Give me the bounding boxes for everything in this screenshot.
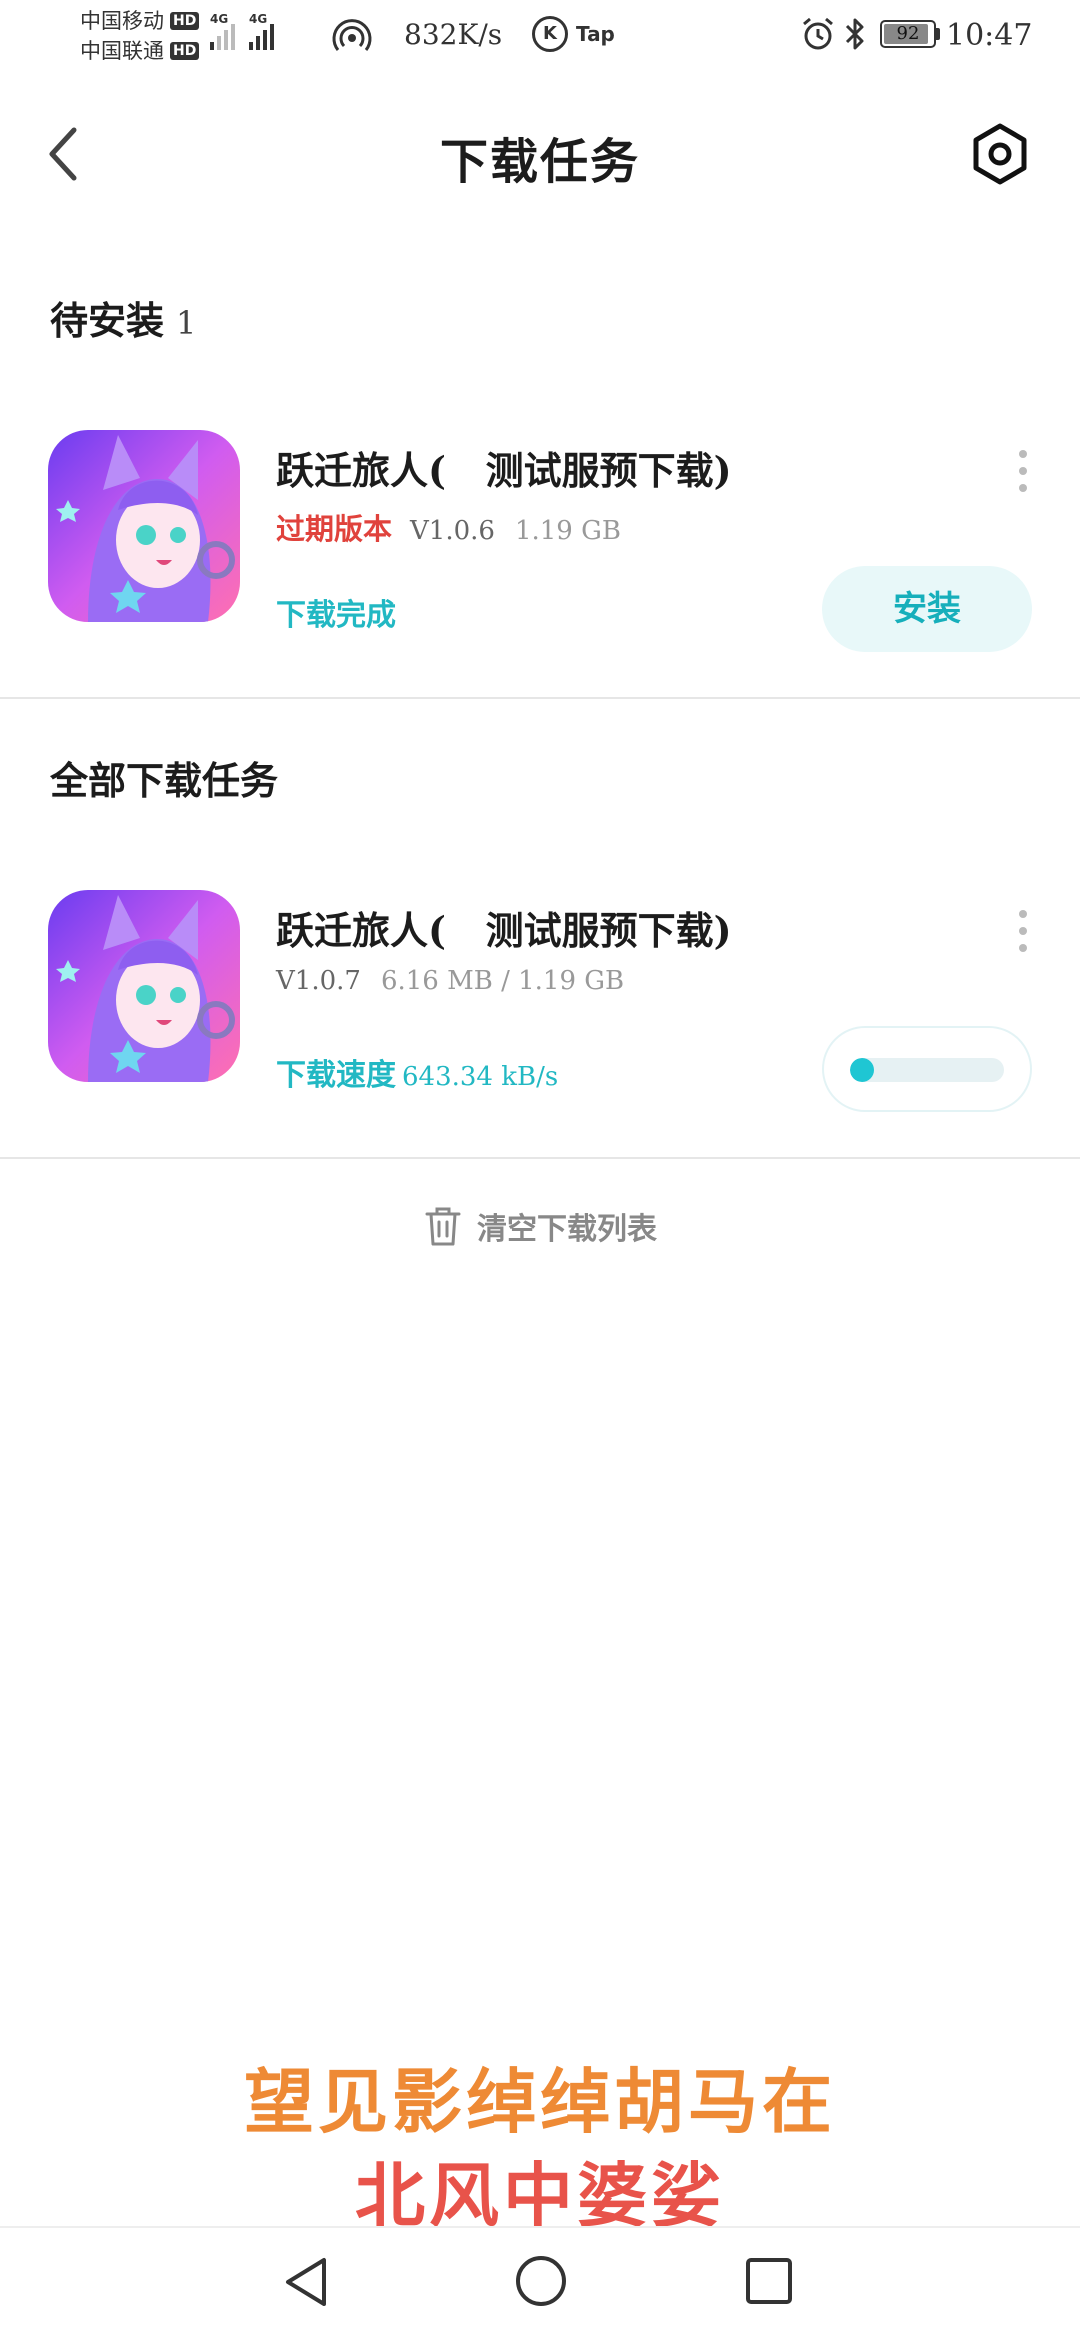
app-size: 1.19 GB bbox=[514, 516, 621, 546]
trash-icon bbox=[425, 1207, 461, 1246]
carrier-2-label: 中国联通 bbox=[80, 39, 164, 63]
app-icon[interactable] bbox=[48, 430, 240, 622]
download-speed-label: 下载速度 bbox=[276, 1058, 396, 1093]
pending-heading-label: 待安装 bbox=[50, 298, 165, 343]
network-speed: 832K/s bbox=[404, 18, 503, 51]
progress-track bbox=[850, 1058, 1004, 1082]
app-version: V1.0.7 bbox=[276, 966, 361, 996]
download-task-item[interactable]: 跃迁旅人( 测试服预下载) V1.0.7 6.16 MB / 1.19 GB 下载… bbox=[0, 890, 1080, 1112]
download-speed: 下载速度 643.34 kB/s bbox=[276, 1050, 558, 1094]
signal-strength-icon: 4G bbox=[249, 12, 274, 50]
alarm-icon bbox=[803, 17, 833, 50]
battery-cap bbox=[936, 28, 940, 40]
app-name: 跃迁旅人( 测试服预下载) bbox=[276, 908, 732, 953]
nav-back-icon[interactable] bbox=[282, 2254, 332, 2310]
app-meta: 过期版本 V1.0.6 1.19 GB bbox=[276, 506, 621, 548]
status-bar: 中国移动 HD 中国联通 HD 4G 4G 832K/s K Tap 92 10… bbox=[0, 0, 1080, 80]
clear-list-button[interactable]: 清空下载列表 bbox=[0, 1196, 1080, 1256]
pending-task-item[interactable]: 跃迁旅人( 测试服预下载) 过期版本 V1.0.6 1.19 GB 下载完成 安装 bbox=[0, 430, 1080, 652]
settings-icon[interactable] bbox=[968, 122, 1032, 186]
section-divider bbox=[0, 697, 1080, 699]
app-name: 跃迁旅人( 测试服预下载) bbox=[276, 448, 732, 493]
hd-badge: HD bbox=[170, 42, 200, 60]
network-type-label: 4G bbox=[210, 12, 229, 26]
tap-app-label: Tap bbox=[576, 22, 615, 46]
carrier-info: 中国移动 HD 中国联通 HD bbox=[80, 6, 200, 66]
download-status: 下载完成 bbox=[276, 598, 396, 633]
app-icon[interactable] bbox=[48, 890, 240, 1082]
header: 下载任务 bbox=[0, 100, 1080, 210]
nav-home-icon[interactable] bbox=[514, 2254, 568, 2308]
install-button[interactable]: 安装 bbox=[822, 566, 1032, 652]
app-meta: V1.0.7 6.16 MB / 1.19 GB bbox=[276, 966, 624, 996]
hd-badge: HD bbox=[170, 12, 200, 30]
more-icon[interactable] bbox=[1008, 906, 1038, 956]
caption-line-1: 望见影绰绰胡马在 bbox=[244, 2060, 836, 2143]
k-app-icon: K bbox=[532, 16, 568, 52]
signal-strength-icon: 4G bbox=[210, 12, 235, 50]
download-speed-value: 643.34 kB/s bbox=[402, 1062, 559, 1092]
system-nav-bar bbox=[0, 2226, 1080, 2340]
download-progress-text: 6.16 MB / 1.19 GB bbox=[380, 966, 625, 996]
signal-indicators: 4G 4G bbox=[210, 12, 274, 50]
app-version: V1.0.6 bbox=[410, 516, 495, 546]
network-type-label: 4G bbox=[249, 12, 268, 26]
pending-count: 1 bbox=[176, 304, 197, 342]
bluetooth-icon bbox=[845, 18, 864, 50]
page-title: 下载任务 bbox=[439, 134, 640, 190]
progress-fill bbox=[850, 1058, 874, 1082]
nav-recents-icon[interactable] bbox=[744, 2256, 794, 2306]
hotspot-icon bbox=[332, 19, 372, 51]
clear-list-label: 清空下载列表 bbox=[477, 1212, 657, 1247]
more-icon[interactable] bbox=[1008, 446, 1038, 496]
download-tasks-screen: 中国移动 HD 中国联通 HD 4G 4G 832K/s K Tap 92 10… bbox=[0, 0, 1080, 2340]
pending-section-heading: 待安装 1 bbox=[50, 290, 196, 345]
clock: 10:47 bbox=[946, 18, 1033, 53]
expired-version-label: 过期版本 bbox=[276, 512, 393, 546]
section-divider bbox=[0, 1157, 1080, 1159]
pause-progress-button[interactable] bbox=[822, 1026, 1032, 1112]
all-downloads-heading: 全部下载任务 bbox=[50, 758, 279, 803]
battery-level: 92 bbox=[896, 23, 920, 44]
carrier-1-label: 中国移动 bbox=[80, 9, 164, 33]
